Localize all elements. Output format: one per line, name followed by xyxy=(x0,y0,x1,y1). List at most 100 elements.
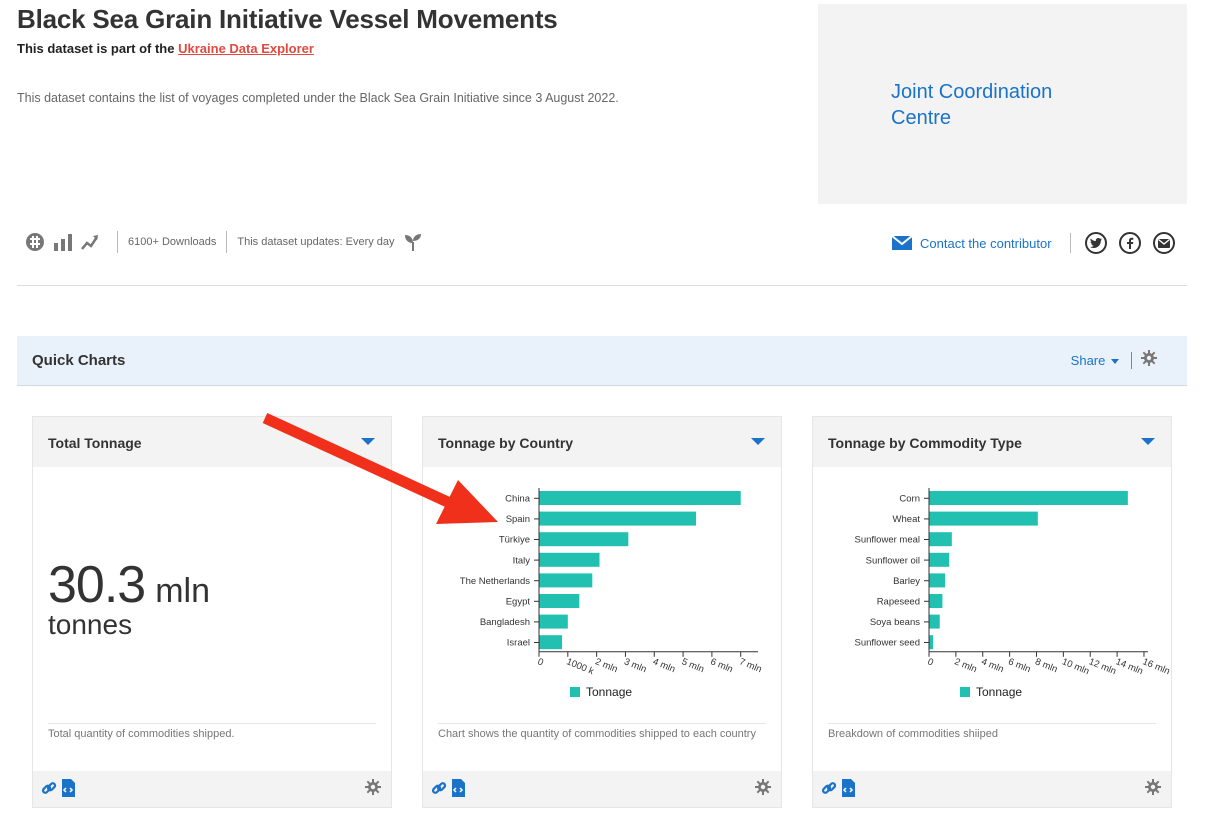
contact-area: Contact the contributor xyxy=(892,232,1187,254)
bar xyxy=(539,594,580,608)
card-description: Breakdown of commodities shiiped xyxy=(828,728,998,740)
contact-divider xyxy=(1069,233,1071,253)
category-label: Wheat xyxy=(893,514,921,525)
category-label: Israel xyxy=(507,638,530,649)
dataset-subline: This dataset is part of the Ukraine Data… xyxy=(17,41,314,56)
bar xyxy=(929,491,1128,505)
embed-doc-icon[interactable] xyxy=(61,779,77,802)
bar xyxy=(929,573,946,588)
card-divider xyxy=(48,723,376,724)
card-footer xyxy=(33,771,391,807)
x-tick-label: 16 mln xyxy=(1141,656,1171,677)
quick-charts-bar: Quick Charts Share xyxy=(17,336,1187,386)
card-divider xyxy=(438,723,766,724)
page-title: Black Sea Grain Initiative Vessel Moveme… xyxy=(17,4,558,34)
gear-icon[interactable] xyxy=(365,779,381,800)
bar xyxy=(929,635,934,650)
update-frequency: This dataset updates: Every day xyxy=(237,236,395,248)
x-tick-label: 10 mln xyxy=(1060,656,1091,677)
x-tick-label: 6 mln xyxy=(709,656,735,675)
category-label: Sunflower meal xyxy=(855,535,920,546)
downloads-count: 6100+ Downloads xyxy=(128,236,217,248)
category-label: Türkiye xyxy=(499,535,530,546)
share-divider xyxy=(1131,352,1132,369)
value-number: 30.3 xyxy=(48,556,146,614)
caret-down-icon[interactable] xyxy=(751,438,765,445)
category-label: The Netherlands xyxy=(460,576,530,587)
x-tick-label: 2 mln xyxy=(953,656,979,675)
hxl-icon xyxy=(25,232,45,252)
gear-icon[interactable] xyxy=(1145,779,1161,800)
dataset-description: This dataset contains the list of voyage… xyxy=(17,91,619,105)
email-share-icon[interactable] xyxy=(1152,232,1175,254)
organization-name-link[interactable]: Joint Coordination Centre xyxy=(891,79,1111,131)
link-icon[interactable] xyxy=(821,780,837,801)
x-tick-label: 7 mln xyxy=(738,656,764,675)
bar xyxy=(539,635,563,650)
total-tonnage-value: 30.3 mln xyxy=(48,555,210,615)
card-footer xyxy=(423,771,781,807)
embed-doc-icon[interactable] xyxy=(841,779,857,802)
x-tick-label: 2 mln xyxy=(594,656,620,675)
caret-down-icon[interactable] xyxy=(1141,438,1155,445)
chart-legend: Tonnage xyxy=(570,685,632,699)
x-tick-label: 12 mln xyxy=(1087,656,1118,677)
category-label: Soya beans xyxy=(870,617,920,628)
legend-swatch xyxy=(960,687,970,697)
category-label: Corn xyxy=(899,494,920,505)
sprout-icon xyxy=(403,232,423,252)
card-title: Tonnage by Country xyxy=(438,435,574,451)
category-label: Barley xyxy=(893,576,920,587)
bar xyxy=(929,511,1038,526)
quick-charts-title: Quick Charts xyxy=(32,352,126,369)
link-icon[interactable] xyxy=(41,780,57,801)
category-label: Rapeseed xyxy=(877,597,920,608)
category-label: Spain xyxy=(506,514,530,525)
category-label: Italy xyxy=(513,555,531,566)
tonnage-by-country-card: Tonnage by Country China Spain Türkiye Ital… xyxy=(422,416,782,808)
facebook-icon[interactable] xyxy=(1118,232,1141,254)
x-tick-label: 0 xyxy=(536,656,545,668)
bar xyxy=(539,532,629,547)
x-tick-label: 6 mln xyxy=(1006,656,1032,675)
caret-down-icon[interactable] xyxy=(361,438,375,445)
bar xyxy=(929,532,952,547)
gear-icon[interactable] xyxy=(1141,350,1157,371)
bar xyxy=(929,552,950,567)
card-description: Chart shows the quantity of commodities … xyxy=(438,728,756,740)
envelope-icon[interactable] xyxy=(892,236,912,250)
category-label: Sunflower oil xyxy=(866,555,920,566)
x-tick-label: 14 mln xyxy=(1114,656,1145,677)
meta-divider xyxy=(226,231,228,253)
link-icon[interactable] xyxy=(431,780,447,801)
ukraine-data-explorer-link[interactable]: Ukraine Data Explorer xyxy=(178,41,314,56)
trend-icon[interactable] xyxy=(81,233,99,251)
legend-label: Tonnage xyxy=(976,685,1023,699)
x-tick-label: 4 mln xyxy=(651,656,677,675)
bar xyxy=(539,552,600,567)
bar xyxy=(539,491,741,505)
x-tick-label: 4 mln xyxy=(980,656,1006,675)
x-tick-label: 1000 k xyxy=(565,656,596,677)
bar xyxy=(539,573,593,588)
value-subtitle: tonnes xyxy=(48,609,133,640)
gear-icon[interactable] xyxy=(755,779,771,800)
value-unit: mln xyxy=(155,572,211,610)
section-divider xyxy=(17,285,1187,286)
embed-doc-icon[interactable] xyxy=(451,779,467,802)
x-tick-label: 3 mln xyxy=(622,656,648,675)
share-label: Share xyxy=(1070,353,1106,368)
x-tick-label: 8 mln xyxy=(1033,656,1059,675)
card-footer xyxy=(813,771,1171,807)
twitter-icon[interactable] xyxy=(1084,232,1107,254)
share-dropdown[interactable]: Share xyxy=(1071,353,1119,368)
organization-box: Joint Coordination Centre xyxy=(818,4,1187,204)
card-header: Tonnage by Country xyxy=(423,417,781,467)
contact-contributor-link[interactable]: Contact the contributor xyxy=(920,236,1052,251)
total-tonnage-card: Total Tonnage 30.3 mln tonnes Total quant… xyxy=(32,416,392,808)
bar-chart-icon[interactable] xyxy=(53,233,73,251)
commodity-bar-chart: Corn Wheat Sunflower meal Sunflower oil Barl… xyxy=(855,488,1171,677)
category-label: China xyxy=(505,494,531,505)
x-tick-label: 0 xyxy=(926,656,935,668)
category-label: Sunflower seed xyxy=(855,638,920,649)
